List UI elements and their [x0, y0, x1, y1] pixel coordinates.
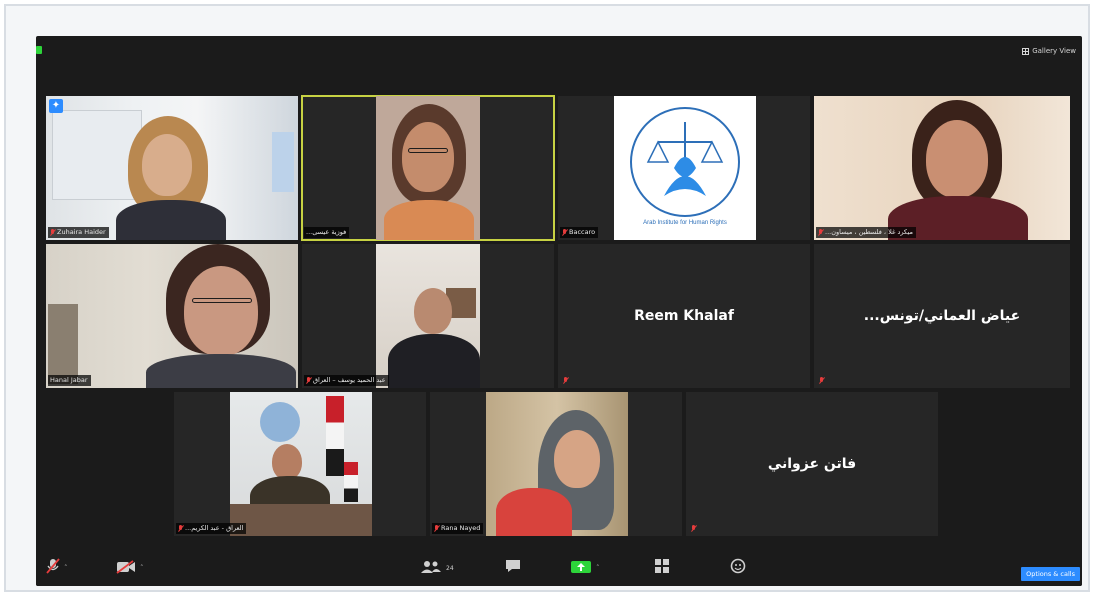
participant-face — [402, 122, 454, 192]
mic-muted-icon — [818, 229, 823, 236]
mic-muted-icon — [434, 525, 439, 532]
participant-display-name: Reem Khalaf — [634, 308, 734, 324]
reactions-button[interactable] — [730, 558, 748, 578]
participant-tile-rana[interactable]: Rana Nayed — [430, 392, 682, 536]
glasses — [192, 298, 252, 303]
scales-of-justice-logo-icon: Arab Institute for Human Rights — [630, 107, 740, 226]
participant-tile-reem[interactable]: Reem Khalaf — [558, 244, 810, 388]
participant-name-tag: Hanal Jabar — [48, 375, 91, 386]
svg-text:Arab Institute for Human Right: Arab Institute for Human Rights — [643, 220, 727, 226]
chevron-up-icon[interactable]: ˄ — [140, 564, 144, 572]
participant-video — [486, 392, 628, 536]
gallery-view-icon — [1022, 47, 1030, 55]
participant-tile-abdulhamid[interactable]: عبد الحميد يوسف – العراق — [302, 244, 554, 388]
participant-face — [554, 430, 600, 488]
un-banner — [272, 132, 294, 192]
meeting-controls-toolbar: ˄ ˄ 24 ˄ Options & calls — [36, 550, 1082, 586]
participant-video — [230, 392, 372, 536]
participant-tile-ayad[interactable]: ...عياض العماني/تونس — [814, 244, 1070, 388]
video-off-icon — [116, 559, 136, 578]
participants-button[interactable]: 24 — [420, 558, 454, 578]
chevron-up-icon[interactable]: ˄ — [64, 564, 68, 572]
breakout-rooms-icon — [654, 558, 670, 578]
chevron-up-icon[interactable]: ˄ — [596, 564, 600, 572]
participant-tile-faten[interactable]: فاتن عزواني — [686, 392, 938, 536]
pin-icon[interactable]: ✦ — [49, 99, 63, 113]
participant-name-tag: Zuhaira Haider — [48, 227, 109, 238]
mute-button[interactable]: ˄ — [46, 558, 68, 578]
participant-name-tag: Baccaro — [560, 227, 599, 238]
mic-muted-icon — [691, 525, 696, 532]
participant-face — [926, 120, 988, 198]
participant-name-tag: Rana Nayed — [432, 523, 484, 534]
participant-video — [814, 96, 1070, 240]
breakout-rooms-button[interactable] — [654, 558, 670, 578]
participant-face — [184, 266, 258, 356]
share-screen-icon — [570, 559, 592, 578]
options-corner-button[interactable]: Options & calls — [1021, 567, 1080, 581]
participant-tile-zuhaira[interactable]: ✦ Zuhaira Haider — [46, 96, 298, 240]
participant-name-tag: ...فوزية عيسى — [304, 227, 350, 238]
view-switch-label: Gallery View — [1032, 47, 1076, 55]
glasses — [408, 148, 448, 153]
mic-muted-icon — [562, 229, 567, 236]
encryption-shield-icon[interactable] — [36, 46, 42, 54]
mic-muted-icon — [50, 229, 55, 236]
meeting-top-bar: Gallery View — [36, 36, 1082, 64]
un-emblem-icon — [260, 402, 300, 442]
participant-tile-fawzia[interactable]: ...فوزية عيسى — [301, 95, 555, 241]
mic-muted-icon — [563, 377, 568, 384]
participant-display-name: فاتن عزواني — [767, 456, 857, 472]
participant-display-name: ...عياض العماني/تونس — [863, 308, 1021, 324]
participant-name-tag: عبد الحميد يوسف – العراق — [304, 375, 389, 386]
participant-name-tag: ...ميكرد غلا ، فلسطين ، ميساون — [816, 227, 916, 238]
participants-count: 24 — [446, 564, 454, 572]
participants-icon — [420, 559, 442, 578]
participant-tile-abdulkarim[interactable]: ...العراق - عبد الكريم — [174, 392, 426, 536]
participant-tile-maysoun[interactable]: ...ميكرد غلا ، فلسطين ، ميساون — [814, 96, 1070, 240]
chat-button[interactable] — [504, 558, 522, 578]
participant-video — [376, 244, 480, 388]
participant-face — [414, 288, 452, 334]
mic-muted-icon — [46, 558, 60, 578]
chat-bubble-icon — [504, 558, 522, 578]
participant-name-tag: ...العراق - عبد الكريم — [176, 523, 247, 534]
smiley-plus-icon — [730, 558, 748, 578]
zoom-meeting-window: Gallery View ✦ Zuhaira Haider ...فوزية ع… — [36, 36, 1082, 586]
mic-muted-icon — [819, 377, 824, 384]
iraq-flag — [326, 396, 344, 476]
desk — [230, 504, 372, 536]
participant-video — [46, 96, 298, 240]
participant-video — [376, 96, 480, 240]
participant-tile-baccaro[interactable]: Arab Institute for Human Rights Baccaro — [558, 96, 810, 240]
mic-muted-icon — [306, 377, 311, 384]
participant-face — [272, 444, 302, 480]
screenshot-frame: Gallery View ✦ Zuhaira Haider ...فوزية ع… — [4, 4, 1090, 592]
mic-muted-icon — [178, 525, 183, 532]
organization-logo: Arab Institute for Human Rights — [614, 96, 756, 240]
share-screen-button[interactable]: ˄ — [570, 558, 600, 578]
participant-video — [46, 244, 298, 388]
participant-face — [142, 134, 192, 196]
view-switch-button[interactable]: Gallery View — [1022, 45, 1076, 57]
stop-video-button[interactable]: ˄ — [116, 558, 144, 578]
participant-tile-hanal[interactable]: Hanal Jabar — [46, 244, 298, 388]
